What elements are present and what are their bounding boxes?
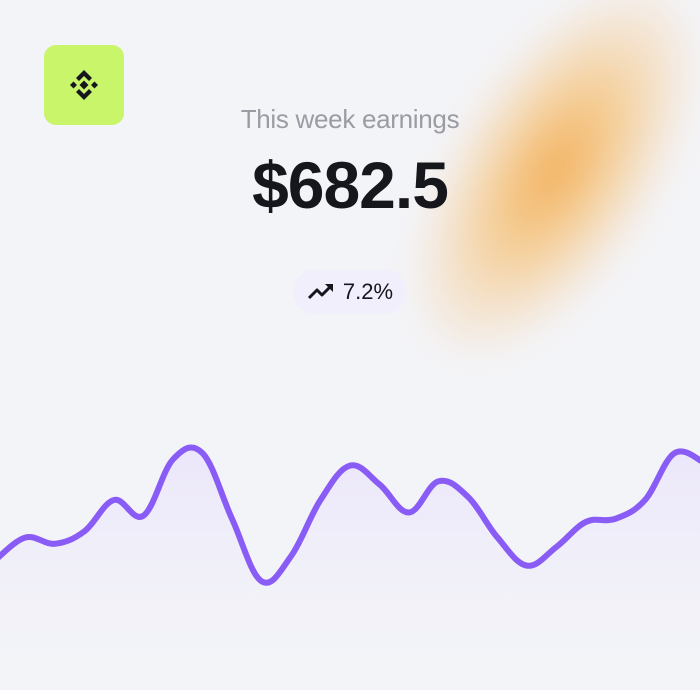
change-value: 7.2% (342, 279, 394, 304)
trending-up-icon (307, 283, 333, 300)
binance-logo-icon (70, 70, 98, 100)
chart-area (0, 447, 700, 690)
earnings-chart (0, 444, 700, 690)
earnings-amount: $682.5 (252, 148, 449, 222)
change-badge: 7.2% (293, 270, 407, 314)
earnings-label: This week earnings (240, 104, 460, 134)
